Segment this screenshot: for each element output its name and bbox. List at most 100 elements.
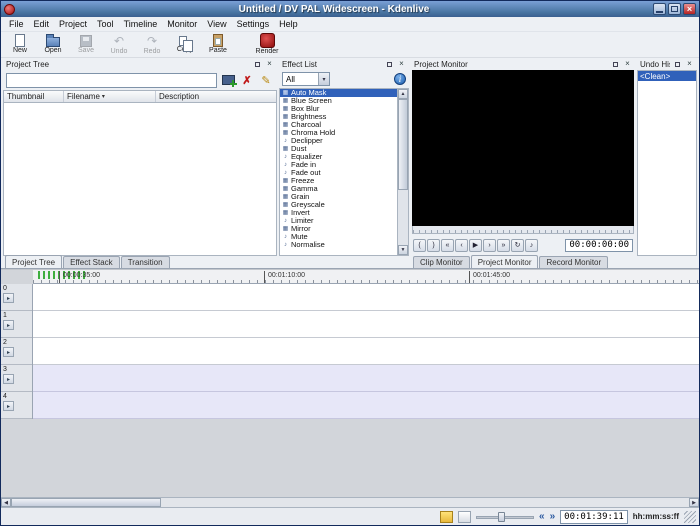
set-zone-end-button[interactable]: ): [427, 238, 440, 252]
undock-icon[interactable]: [611, 60, 620, 69]
effect-list-scrollbar[interactable]: ▲ ▼: [397, 89, 408, 255]
menu-settings[interactable]: Settings: [232, 18, 275, 30]
effect-item[interactable]: ▦ Charcoal: [280, 121, 397, 129]
effect-item[interactable]: ♪ Declipper: [280, 137, 397, 145]
track-row-2[interactable]: [33, 338, 699, 365]
edit-clip-button[interactable]: ✎: [258, 72, 274, 88]
close-panel-icon[interactable]: ×: [623, 60, 632, 69]
open-button[interactable]: Open: [37, 33, 69, 57]
track-video-icon[interactable]: ▸: [3, 320, 14, 330]
menu-help[interactable]: Help: [274, 18, 303, 30]
track-row-0[interactable]: [33, 284, 699, 311]
scroll-left-icon[interactable]: ◀: [1, 498, 11, 507]
column-description[interactable]: Description: [156, 91, 276, 102]
tab-effect-stack[interactable]: Effect Stack: [63, 256, 120, 268]
effect-item[interactable]: ▦ Box Blur: [280, 105, 397, 113]
column-filename[interactable]: Filename ▾: [64, 91, 156, 102]
menu-timeline[interactable]: Timeline: [119, 18, 163, 30]
close-button[interactable]: ×: [683, 3, 696, 15]
frame-forward-button[interactable]: ›: [483, 238, 496, 252]
effect-item[interactable]: ▦ Gamma: [280, 185, 397, 193]
effect-item[interactable]: ♪ Equalizer: [280, 153, 397, 161]
timeline-ruler[interactable]: 00:00:35:00 00:01:10:00 00:01:45:00: [33, 270, 699, 284]
track-audio-icon[interactable]: ▸: [3, 374, 14, 384]
effect-item[interactable]: ▦ Freeze: [280, 177, 397, 185]
track-row-4[interactable]: [33, 392, 699, 419]
effect-item[interactable]: ▦ Grain: [280, 193, 397, 201]
go-to-end-button[interactable]: »: [497, 238, 510, 252]
effect-item[interactable]: ▦ Dust: [280, 145, 397, 153]
frame-back-button[interactable]: ‹: [455, 238, 468, 252]
effect-item[interactable]: ♪ Fade out: [280, 169, 397, 177]
search-input[interactable]: [6, 72, 217, 88]
effect-item[interactable]: ♪ Normalise: [280, 241, 397, 249]
project-tree-list[interactable]: [3, 103, 277, 256]
zoom-in-icon[interactable]: »: [550, 511, 556, 523]
play-button[interactable]: ▶: [469, 238, 482, 252]
effect-item[interactable]: ▦ Chroma Hold: [280, 129, 397, 137]
track-row-1[interactable]: [33, 311, 699, 338]
effect-item[interactable]: ♪ Limiter: [280, 217, 397, 225]
title-bar[interactable]: Untitled / DV PAL Widescreen - Kdenlive …: [1, 1, 699, 17]
monitor-seek-bar[interactable]: [412, 226, 634, 234]
set-zone-start-button[interactable]: (: [413, 238, 426, 252]
minimize-button[interactable]: [653, 3, 666, 15]
scroll-up-icon[interactable]: ▲: [398, 89, 408, 99]
menu-project[interactable]: Project: [54, 18, 92, 30]
messages-icon[interactable]: [440, 510, 454, 523]
effect-filter-select[interactable]: All ▾: [282, 72, 330, 86]
effect-item[interactable]: ♪ Mute: [280, 233, 397, 241]
menu-tool[interactable]: Tool: [92, 18, 119, 30]
menu-file[interactable]: File: [4, 18, 29, 30]
effect-item[interactable]: ▦ Blue Screen: [280, 97, 397, 105]
effect-item[interactable]: ▦ Greyscale: [280, 201, 397, 209]
add-clip-button[interactable]: [220, 72, 237, 88]
hscrollbar-thumb[interactable]: [11, 498, 161, 507]
zoom-out-icon[interactable]: «: [539, 511, 545, 523]
timeline-position-timecode[interactable]: 00:01:39:11: [560, 509, 628, 524]
tab-clip-monitor[interactable]: Clip Monitor: [413, 256, 470, 268]
undock-icon[interactable]: [385, 60, 394, 69]
undock-icon[interactable]: [673, 60, 682, 69]
paste-button[interactable]: Paste: [202, 33, 234, 57]
effect-item[interactable]: ▦ Brightness: [280, 113, 397, 121]
resize-grip[interactable]: [684, 510, 696, 523]
go-to-start-button[interactable]: «: [441, 238, 454, 252]
menu-view[interactable]: View: [202, 18, 231, 30]
delete-clip-button[interactable]: ✗: [239, 72, 255, 88]
column-thumbnail[interactable]: Thumbnail: [4, 91, 64, 102]
menu-edit[interactable]: Edit: [29, 18, 55, 30]
track-video-icon[interactable]: ▸: [3, 347, 14, 357]
monitor-timecode[interactable]: 00:00:00:00: [565, 238, 633, 252]
maximize-button[interactable]: [668, 3, 681, 15]
timeline-zoom-slider[interactable]: [476, 511, 535, 523]
effect-item[interactable]: ▦ Invert: [280, 209, 397, 217]
scroll-right-icon[interactable]: ▶: [689, 498, 699, 507]
effect-item[interactable]: ♪ Fade in: [280, 161, 397, 169]
copy-button[interactable]: Copy: [169, 33, 201, 57]
timeline-hscrollbar[interactable]: ◀ ▶: [1, 497, 699, 507]
render-button[interactable]: Render: [251, 33, 283, 57]
close-panel-icon[interactable]: ×: [685, 60, 694, 69]
effect-info-button[interactable]: i: [394, 73, 406, 85]
volume-button[interactable]: ♪: [525, 238, 538, 252]
scroll-down-icon[interactable]: ▼: [398, 245, 408, 255]
zoom-slider-handle[interactable]: [498, 511, 506, 522]
status-icon[interactable]: [458, 510, 472, 523]
close-panel-icon[interactable]: ×: [265, 60, 274, 69]
scrollbar-thumb[interactable]: [398, 99, 408, 190]
undo-history-item[interactable]: <Clean>: [638, 71, 696, 81]
tab-project-tree[interactable]: Project Tree: [5, 255, 63, 268]
tab-project-monitor[interactable]: Project Monitor: [470, 255, 539, 268]
effect-item[interactable]: ▦ Auto Mask: [280, 89, 397, 97]
menu-monitor[interactable]: Monitor: [162, 18, 202, 30]
close-panel-icon[interactable]: ×: [397, 60, 406, 69]
track-row-3[interactable]: [33, 365, 699, 392]
loop-zone-button[interactable]: ↻: [511, 238, 524, 252]
track-video-icon[interactable]: ▸: [3, 293, 14, 303]
effect-item[interactable]: ▦ Mirror: [280, 225, 397, 233]
undock-icon[interactable]: [253, 60, 262, 69]
tab-record-monitor[interactable]: Record Monitor: [539, 256, 609, 268]
track-audio-icon[interactable]: ▸: [3, 401, 14, 411]
tab-transition[interactable]: Transition: [120, 256, 170, 268]
